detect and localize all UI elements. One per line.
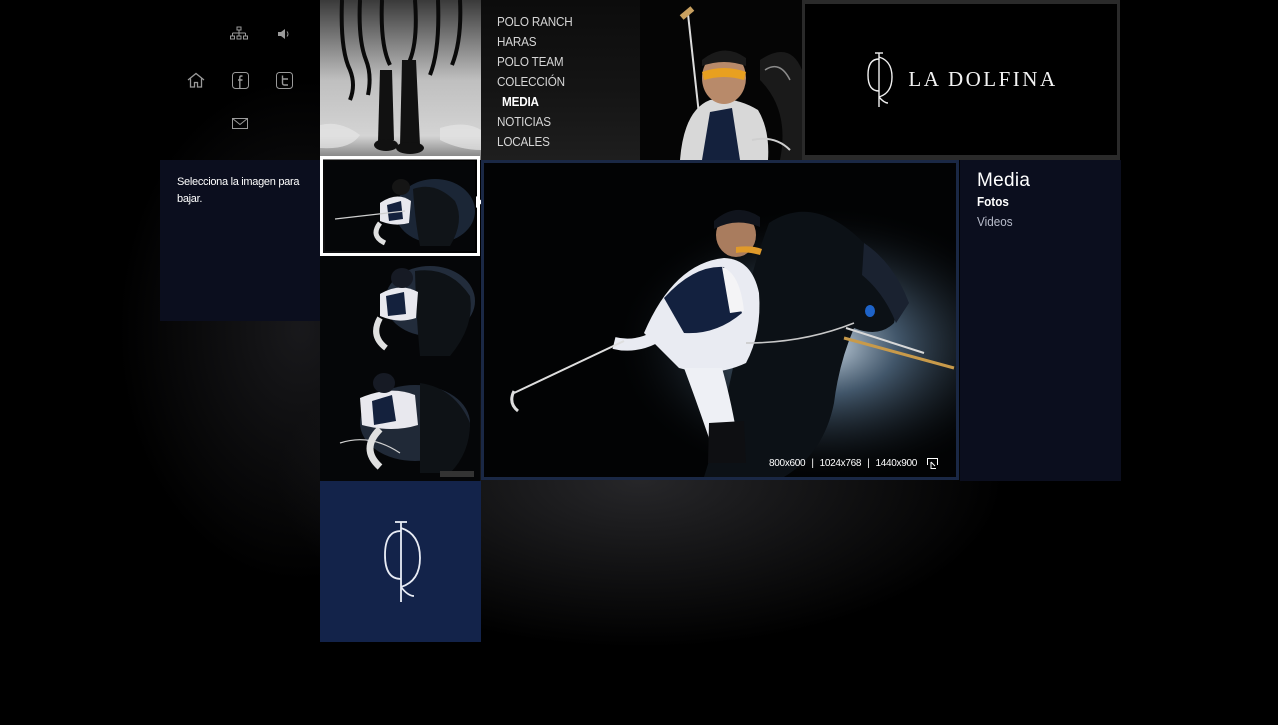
media-link-videos[interactable]: Videos (977, 214, 1013, 229)
download-1024x768-link[interactable]: 1024x768 (820, 458, 862, 469)
thumbnail-2-photo (320, 256, 480, 363)
thumbnail-3-photo (320, 363, 480, 481)
monogram-large-icon (383, 520, 421, 602)
media-panel: Media Fotos Videos (960, 160, 1121, 481)
image-viewer: 800x600 | 1024x768 | 1440x900 (481, 160, 959, 480)
nav-item-locales[interactable]: LOCALES (497, 134, 550, 149)
gear-photo (320, 0, 481, 160)
nav-item-noticias[interactable]: NOTICIAS (497, 114, 551, 129)
download-1440x900-link[interactable]: 1440x900 (875, 458, 917, 469)
monogram-tile[interactable] (320, 481, 481, 642)
thumbnail-3[interactable] (320, 363, 480, 481)
monogram-icon (867, 51, 894, 107)
nav-item-polo-team[interactable]: POLO TEAM (497, 54, 564, 69)
download-size-bar: 800x600 | 1024x768 | 1440x900 (769, 458, 938, 469)
nav-item-polo-ranch[interactable]: POLO RANCH (497, 14, 573, 29)
media-link-fotos[interactable]: Fotos (977, 194, 1009, 209)
home-icon[interactable] (185, 69, 207, 91)
nav-item-haras[interactable]: HARAS (497, 34, 537, 49)
brand-logo-box[interactable]: LA DOLFINA (802, 0, 1120, 160)
nav-item-media[interactable]: MEDIA (502, 94, 539, 109)
nav-item-coleccion[interactable]: COLECCIÓN (497, 74, 565, 89)
facebook-icon[interactable] (229, 69, 251, 91)
main-nav: POLO RANCH HARAS POLO TEAM COLECCIÓN MED… (481, 0, 640, 160)
fullscreen-icon[interactable] (927, 458, 938, 469)
page: POLO RANCH HARAS POLO TEAM COLECCIÓN MED… (0, 0, 1278, 725)
separator: | (867, 458, 870, 469)
brand-name: LA DOLFINA (908, 67, 1058, 91)
separator: | (811, 458, 814, 469)
media-section-title: Media (977, 170, 1031, 191)
thumbnail-2[interactable] (320, 256, 480, 363)
download-800x600-link[interactable]: 800x600 (769, 458, 806, 469)
download-instructions: Selecciona la imagen para bajar. (177, 176, 300, 205)
player-photo (640, 0, 802, 160)
main-photo (484, 163, 956, 477)
brand-logo: LA DOLFINA (805, 4, 1117, 155)
thumbnail-1[interactable] (320, 156, 480, 256)
speaker-icon[interactable] (273, 23, 295, 45)
sitemap-icon[interactable] (228, 23, 250, 45)
thumbnail-1-photo (325, 161, 475, 251)
info-panel: Selecciona la imagen para bajar. (160, 160, 320, 321)
mail-icon[interactable] (229, 112, 251, 134)
main-photo-frame: 800x600 | 1024x768 | 1440x900 (484, 163, 956, 477)
twitter-icon[interactable] (273, 69, 295, 91)
